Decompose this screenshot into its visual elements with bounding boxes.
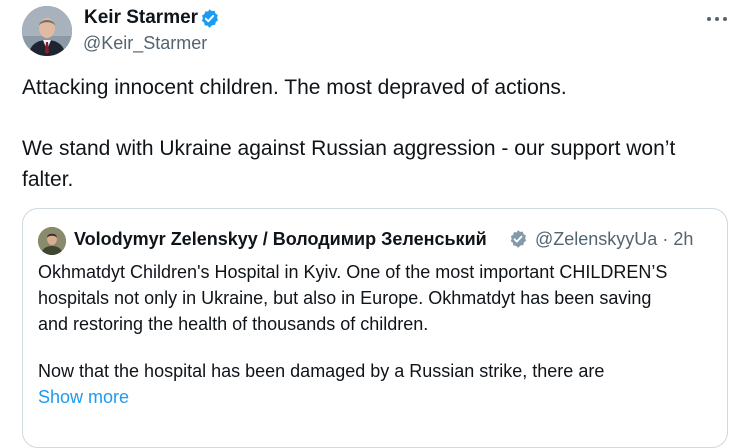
author-handle[interactable]: @Keir_Starmer <box>83 31 207 55</box>
meta-separator: · <box>662 229 669 249</box>
quoted-author-handle[interactable]: @ZelenskyyUa <box>535 229 657 249</box>
quoted-tweet-card[interactable]: Volodymyr Zelenskyy / Володимир Зеленськ… <box>22 208 728 448</box>
more-horizontal-icon[interactable] <box>702 8 732 30</box>
tweet: Keir Starmer @Keir_Starmer Attacking inn… <box>0 0 743 448</box>
avatar[interactable] <box>22 6 72 56</box>
verified-badge-icon <box>199 8 220 29</box>
quoted-author-name[interactable]: Volodymyr Zelenskyy / Володимир Зеленськ… <box>74 227 487 251</box>
tweet-text-line: falter. <box>22 168 74 191</box>
quoted-meta: @ZelenskyyUa · 2h <box>535 227 693 251</box>
quoted-text-line: Okhmatdyt Children's Hospital in Kyiv. O… <box>38 262 668 282</box>
verified-badge-icon <box>508 229 528 249</box>
quoted-text-line: Now that the hospital has been damaged b… <box>38 361 605 381</box>
tweet-text-line: Attacking innocent children. The most de… <box>22 76 567 99</box>
author-name[interactable]: Keir Starmer <box>84 6 198 30</box>
quoted-text-line: hospitals not only in Ukraine, but also … <box>38 288 652 308</box>
quoted-timestamp[interactable]: 2h <box>673 229 693 249</box>
quoted-text-line: and restoring the health of thousands of… <box>38 314 429 334</box>
tweet-text-line: We stand with Ukraine against Russian ag… <box>22 137 676 160</box>
show-more-link[interactable]: Show more <box>38 384 129 410</box>
quoted-avatar[interactable] <box>38 227 66 255</box>
